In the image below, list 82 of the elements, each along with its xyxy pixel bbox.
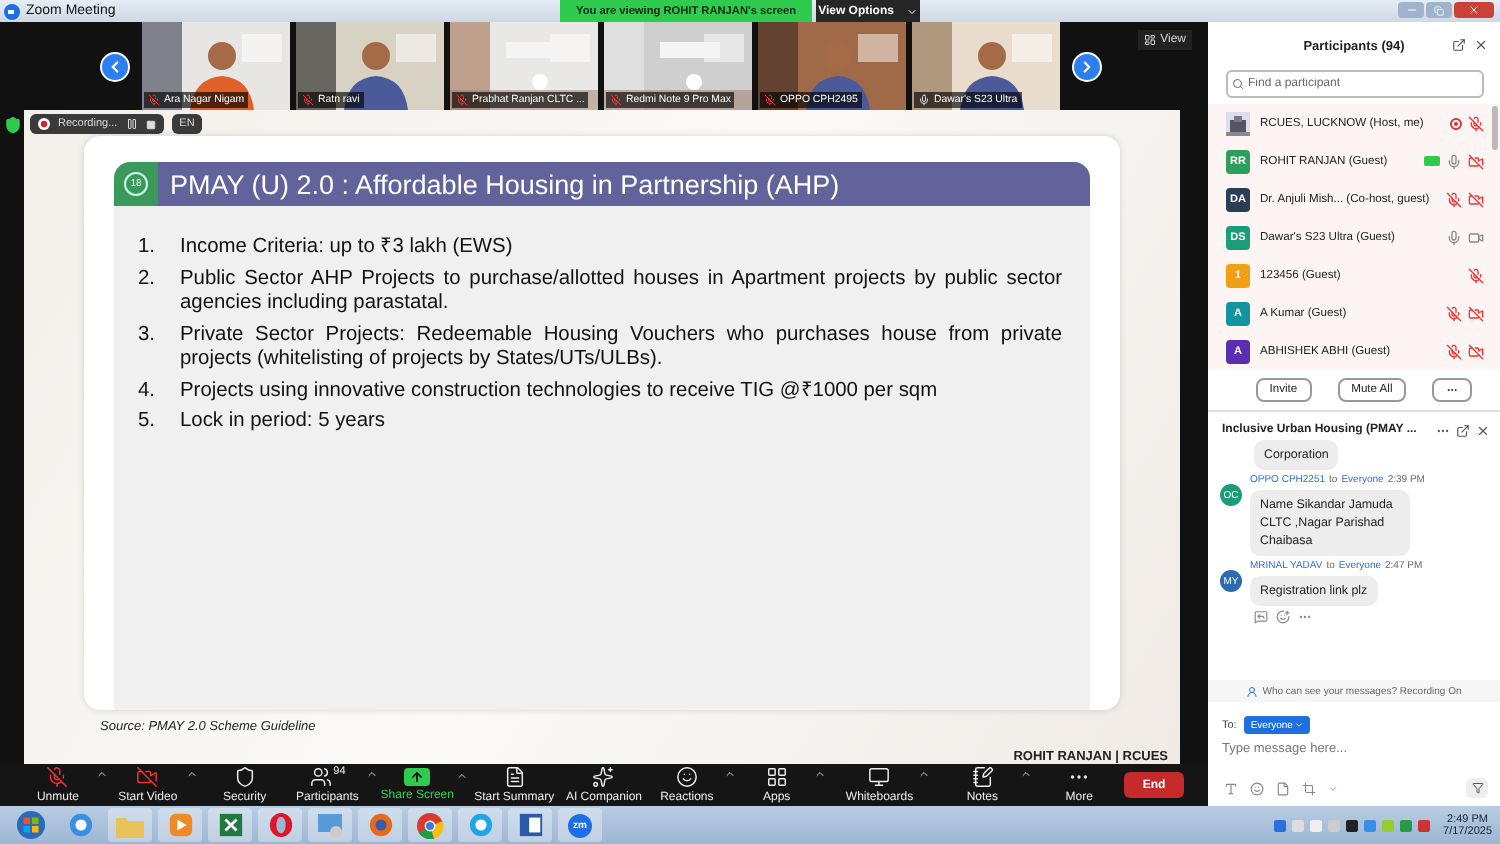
- caret-icon[interactable]: [185, 768, 198, 780]
- mic-muted-icon: [1468, 115, 1484, 131]
- caret-icon: [1294, 720, 1305, 730]
- sparkle-icon: [592, 766, 615, 788]
- close-icon[interactable]: [1476, 423, 1490, 437]
- person-icon: [1246, 685, 1259, 697]
- reply-icon[interactable]: [1254, 610, 1268, 624]
- pause-icon[interactable]: [125, 118, 138, 130]
- file-icon[interactable]: [1276, 781, 1290, 795]
- slide-title: PMAY (U) 2.0 : Affordable Housing in Partnership (AHP): [158, 162, 1090, 206]
- close-icon: [1468, 4, 1480, 16]
- document-icon: [503, 766, 526, 788]
- security-icon: [4, 115, 22, 133]
- record-icon: [38, 118, 50, 130]
- caret-icon[interactable]: [456, 770, 468, 782]
- previous-button[interactable]: [100, 51, 130, 81]
- apps-icon: [765, 766, 788, 788]
- list-number: 1.: [138, 236, 157, 261]
- close-button[interactable]: [1454, 2, 1494, 18]
- caret-icon: [905, 5, 918, 17]
- chrome-icon[interactable]: [416, 811, 444, 839]
- windows-logo-icon[interactable]: [15, 810, 45, 840]
- chevron-right-icon: [1078, 57, 1096, 75]
- notepad-icon: [971, 766, 994, 788]
- list-number: 2.: [138, 267, 157, 293]
- video-off-icon: [1468, 191, 1484, 207]
- app-logo-icon: [4, 3, 20, 19]
- video-off-icon: [1468, 153, 1484, 169]
- people-icon: [309, 766, 332, 788]
- caret-icon[interactable]: [917, 768, 930, 780]
- mic-muted-icon: [1446, 191, 1462, 207]
- pop-out-icon[interactable]: [1456, 423, 1470, 437]
- list-item-text: Projects using innovative construction technologies to receive TIG @₹1000 per sqm: [180, 379, 940, 404]
- next-button[interactable]: [1072, 51, 1102, 81]
- chevron-left-icon: [106, 57, 124, 75]
- close-icon[interactable]: [1474, 38, 1488, 52]
- stop-icon[interactable]: [145, 119, 156, 129]
- document-icon[interactable]: [517, 812, 543, 838]
- minimize-icon: [1405, 4, 1417, 16]
- mic-icon: [1446, 153, 1462, 169]
- screenshot-icon[interactable]: [1302, 781, 1316, 795]
- list-number: 3.: [138, 323, 157, 349]
- mic-icon: [1446, 229, 1462, 245]
- smiley-icon: [675, 766, 698, 788]
- whiteboard-icon: [868, 766, 891, 788]
- format-icon[interactable]: [1224, 781, 1238, 795]
- mic-muted-icon: [1446, 343, 1462, 359]
- caret-icon[interactable]: [724, 768, 737, 780]
- mic-muted-icon: [1468, 267, 1484, 283]
- list-number: 4.: [138, 379, 157, 404]
- search-icon: [1232, 78, 1244, 90]
- opera-icon[interactable]: [267, 812, 293, 838]
- video-off-icon: [1468, 305, 1484, 321]
- list-item-text: Private Sector Projects: Redeemable Housing Vouchers who purchases house from private projects (whitelisting of projects by States/UTs/ULBs).: [180, 323, 1062, 373]
- caret-icon[interactable]: [1328, 783, 1338, 793]
- restore-icon: [1434, 5, 1444, 15]
- firefox-icon[interactable]: [367, 812, 393, 838]
- pop-out-icon[interactable]: [1452, 38, 1466, 52]
- spreadsheet-icon[interactable]: [217, 812, 243, 838]
- list-item-text: Income Criteria: up to ₹3 lakh (EWS): [180, 236, 515, 261]
- emoji-icon[interactable]: [1250, 781, 1264, 795]
- list-number: 5.: [138, 410, 157, 435]
- play-icon[interactable]: [167, 812, 193, 838]
- emoji-icon[interactable]: [1276, 610, 1290, 624]
- shield-icon: [233, 766, 256, 788]
- list-item-text: Public Sector AHP Projects to purchase/allotted houses in Apartment projects by public sector agencies including parastatal.: [180, 267, 1062, 317]
- layout-icon: [1144, 34, 1157, 46]
- caret-icon[interactable]: [1020, 768, 1033, 780]
- mic-muted-icon: [46, 766, 69, 788]
- caret-icon[interactable]: [365, 768, 378, 780]
- video-off-icon: [136, 766, 159, 788]
- funnel-icon: [1471, 782, 1483, 794]
- mic-muted-icon: [1446, 305, 1462, 321]
- browser-icon[interactable]: [67, 812, 93, 838]
- list-item-text: Lock in period: 5 years: [180, 410, 387, 435]
- caret-icon[interactable]: [95, 768, 108, 780]
- send-button[interactable]: [1466, 778, 1488, 798]
- video-icon: [1468, 229, 1484, 245]
- video-off-icon: [1468, 343, 1484, 359]
- more-button[interactable]: [1432, 378, 1473, 402]
- more-icon[interactable]: [1298, 610, 1312, 624]
- caret-icon[interactable]: [814, 768, 827, 780]
